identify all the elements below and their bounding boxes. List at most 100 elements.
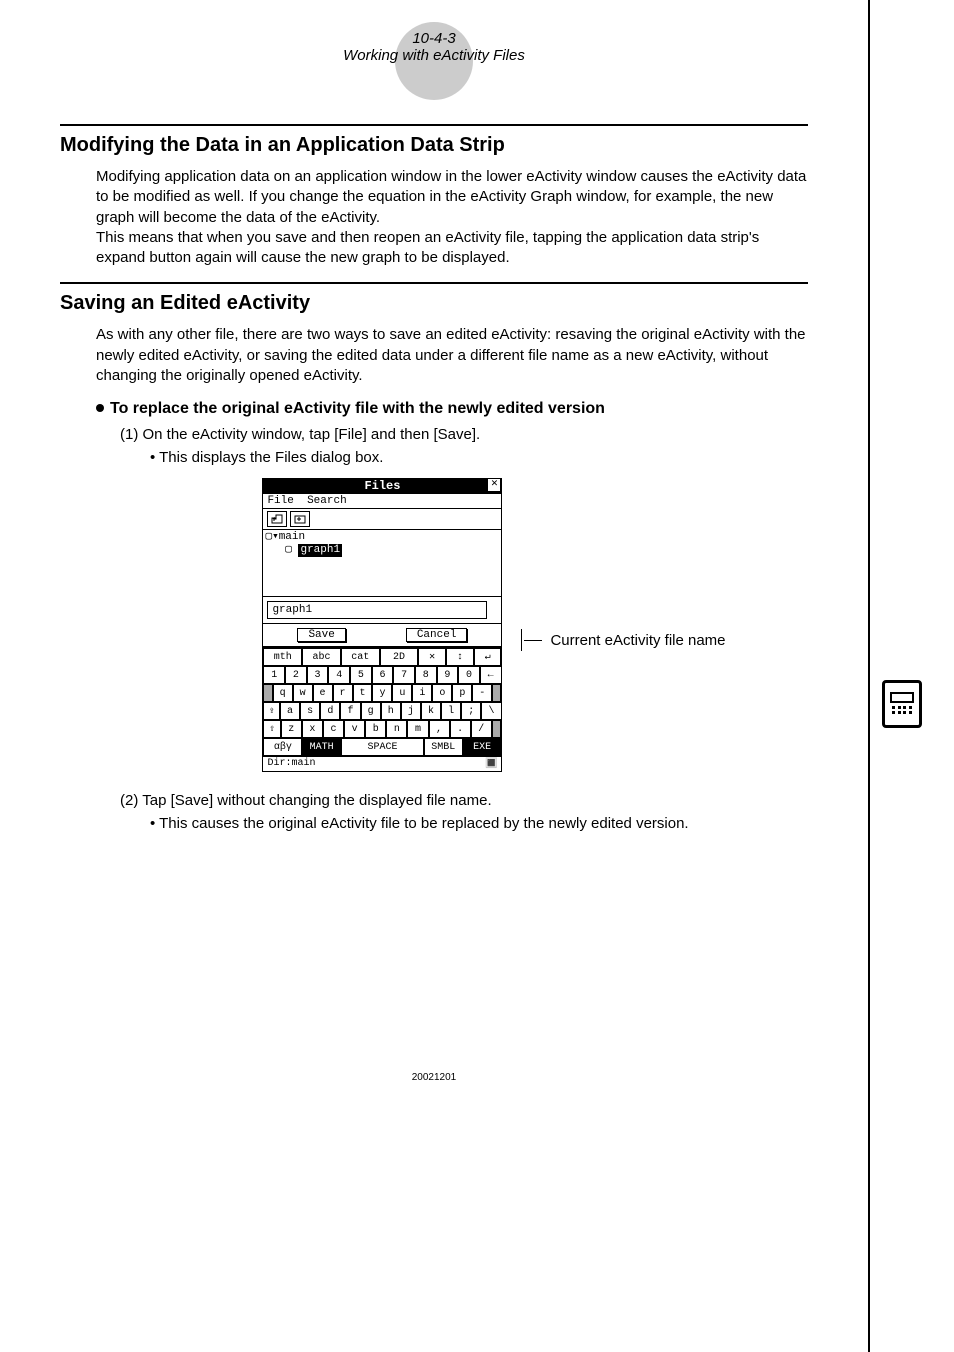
kb-key[interactable]: .	[450, 720, 471, 738]
cancel-button[interactable]: Cancel	[406, 628, 468, 642]
kb-tab-abc[interactable]: abc	[302, 648, 341, 666]
kb-key[interactable]: t	[353, 684, 373, 702]
file-tree[interactable]: ▢▾main ▢ graph1	[263, 530, 501, 597]
kb-greek[interactable]: αβγ	[263, 738, 302, 756]
kb-key[interactable]: y	[372, 684, 392, 702]
step-1: (1) On the eActivity window, tap [File] …	[120, 426, 808, 443]
kb-edge[interactable]	[492, 684, 501, 702]
dialog-toolbar	[263, 509, 501, 530]
kb-key[interactable]: r	[333, 684, 353, 702]
section2-heading: Saving an Edited eActivity	[60, 292, 808, 315]
kb-key[interactable]: \	[481, 702, 501, 720]
filename-input[interactable]: graph1	[267, 601, 487, 619]
kb-key[interactable]: 7	[393, 666, 415, 684]
kb-key[interactable]: m	[407, 720, 428, 738]
kb-key[interactable]: 1	[263, 666, 285, 684]
save-button[interactable]: Save	[297, 628, 345, 642]
up-folder-icon[interactable]	[267, 511, 287, 527]
kb-key[interactable]: v	[344, 720, 365, 738]
step-2-sub: • This causes the original eActivity fil…	[150, 815, 808, 832]
kb-key[interactable]: l	[441, 702, 461, 720]
divider	[60, 124, 808, 126]
kb-exe[interactable]: EXE	[463, 738, 502, 756]
kb-key[interactable]: i	[412, 684, 432, 702]
kb-tab-cat[interactable]: cat	[341, 648, 380, 666]
kb-key[interactable]: 2	[285, 666, 307, 684]
kb-key[interactable]: a	[280, 702, 300, 720]
kb-updown-icon[interactable]: ↕	[446, 648, 474, 666]
page-header-title: Working with eActivity Files	[60, 47, 808, 64]
annotation-text: Current eActivity file name	[550, 632, 725, 649]
kb-tab-2d[interactable]: 2D	[380, 648, 419, 666]
kb-key[interactable]: 0	[458, 666, 480, 684]
kb-edge[interactable]	[263, 684, 272, 702]
kb-key[interactable]: 5	[350, 666, 372, 684]
kb-key[interactable]: f	[340, 702, 360, 720]
annotation-callout: Current eActivity file name	[524, 632, 725, 649]
kb-key[interactable]: j	[401, 702, 421, 720]
tree-item-selected[interactable]: graph1	[298, 544, 342, 557]
dialog-title-bar: Files ✕	[262, 478, 502, 494]
tree-root[interactable]: main	[279, 531, 305, 543]
kb-key[interactable]: ,	[429, 720, 450, 738]
kb-key[interactable]: k	[421, 702, 441, 720]
kb-key[interactable]: b	[365, 720, 386, 738]
kb-edge[interactable]	[492, 720, 502, 738]
kb-key[interactable]: x	[302, 720, 323, 738]
step-2: (2) Tap [Save] without changing the disp…	[120, 792, 808, 809]
kb-shift-icon[interactable]: ⇧	[263, 720, 280, 738]
kb-key[interactable]: g	[361, 702, 381, 720]
kb-key[interactable]: q	[273, 684, 293, 702]
kb-tab-mth[interactable]: mth	[263, 648, 302, 666]
menu-file[interactable]: File	[267, 495, 293, 507]
footer-date: 20021201	[60, 1072, 808, 1083]
kb-key[interactable]: -	[472, 684, 492, 702]
section1-para: Modifying application data on an applica…	[96, 167, 808, 268]
divider	[60, 282, 808, 284]
kb-key[interactable]: w	[293, 684, 313, 702]
status-dir: Dir:main	[267, 758, 315, 770]
menu-search[interactable]: Search	[307, 495, 347, 507]
close-icon[interactable]: ✕	[488, 479, 500, 491]
sub-heading-text: To replace the original eActivity file w…	[110, 400, 605, 417]
kb-key[interactable]: 4	[328, 666, 350, 684]
kb-key[interactable]: o	[432, 684, 452, 702]
kb-caps-icon[interactable]: ⇪	[263, 702, 280, 720]
battery-icon: 🔳	[485, 758, 497, 770]
kb-key[interactable]: ;	[461, 702, 481, 720]
kb-backspace-icon[interactable]: ←	[480, 666, 502, 684]
kb-key[interactable]: 9	[437, 666, 459, 684]
calculator-icon	[882, 680, 922, 728]
kb-key[interactable]: c	[323, 720, 344, 738]
kb-key[interactable]: /	[471, 720, 492, 738]
files-dialog: Files ✕ File Search ▢▾main	[262, 478, 502, 772]
kb-enter-icon[interactable]: ↵	[474, 648, 502, 666]
kb-math[interactable]: MATH	[302, 738, 341, 756]
sub-heading: To replace the original eActivity file w…	[96, 400, 808, 418]
annotation-line	[524, 640, 542, 641]
kb-key[interactable]: d	[320, 702, 340, 720]
kb-key[interactable]: p	[452, 684, 472, 702]
kb-key[interactable]: s	[300, 702, 320, 720]
soft-keyboard: mth abc cat 2D ✕ ↕ ↵ 1 2 3 4 5 6 7 8	[262, 647, 502, 757]
dialog-title: Files	[364, 479, 400, 493]
kb-key[interactable]: h	[381, 702, 401, 720]
page-number: 10-4-3	[60, 30, 808, 47]
section2-para: As with any other file, there are two wa…	[96, 325, 808, 386]
status-bar: Dir:main 🔳	[262, 757, 502, 772]
kb-key[interactable]: 3	[307, 666, 329, 684]
kb-smbl[interactable]: SMBL	[424, 738, 463, 756]
step-1-sub: • This displays the Files dialog box.	[150, 449, 808, 466]
kb-space[interactable]: SPACE	[341, 738, 424, 756]
kb-key[interactable]: 8	[415, 666, 437, 684]
kb-key[interactable]: e	[313, 684, 333, 702]
kb-key[interactable]: n	[386, 720, 407, 738]
section1-heading: Modifying the Data in an Application Dat…	[60, 134, 808, 157]
bullet-icon	[96, 404, 104, 412]
kb-key[interactable]: 6	[372, 666, 394, 684]
kb-key[interactable]: z	[281, 720, 302, 738]
new-folder-icon[interactable]	[290, 511, 310, 527]
kb-del-icon[interactable]: ✕	[418, 648, 446, 666]
dialog-menu: File Search	[263, 494, 501, 509]
kb-key[interactable]: u	[392, 684, 412, 702]
